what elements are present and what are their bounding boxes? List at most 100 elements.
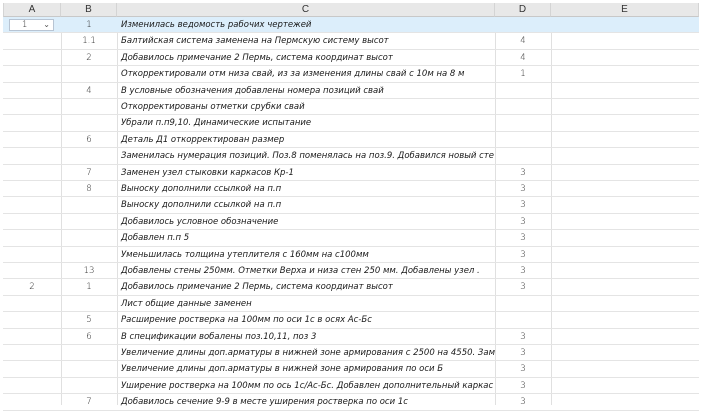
cell-d[interactable]: 3	[495, 165, 551, 180]
cell-c[interactable]: Изменилась ведомость рабочих чертежей	[117, 17, 495, 32]
cell-d[interactable]: 3	[495, 214, 551, 229]
cell-a[interactable]	[3, 99, 61, 114]
cell-c[interactable]: Выноску дополнили ссылкой на п.п	[117, 197, 495, 212]
cell-b[interactable]: 7	[61, 165, 117, 180]
cell-a[interactable]: 1 ⌄	[3, 17, 61, 32]
cell-a[interactable]	[3, 378, 61, 393]
cell-e[interactable]	[551, 263, 699, 278]
cell-c[interactable]: В спецификации вобалены поз.10,11, поз 3	[117, 329, 495, 344]
cell-d[interactable]: 4	[495, 50, 551, 65]
cell-c[interactable]: Добавилось примечание 2 Пермь, система к…	[117, 50, 495, 65]
cell-b[interactable]: 7	[61, 394, 117, 409]
cell-b[interactable]: 5	[61, 312, 117, 327]
cell-b[interactable]: 8	[61, 181, 117, 196]
cell-a[interactable]	[3, 50, 61, 65]
cell-a[interactable]	[3, 214, 61, 229]
cell-d[interactable]	[495, 296, 551, 311]
cell-b[interactable]	[61, 115, 117, 130]
cell-d[interactable]: 3	[495, 361, 551, 376]
filter-dropdown[interactable]: 1 ⌄	[9, 19, 54, 31]
cell-d[interactable]: 3	[495, 329, 551, 344]
cell-d[interactable]: 3	[495, 181, 551, 196]
cell-e[interactable]	[551, 50, 699, 65]
cell-b[interactable]	[61, 214, 117, 229]
cell-a[interactable]	[3, 132, 61, 147]
cell-a[interactable]	[3, 263, 61, 278]
cell-b[interactable]: 1.1	[61, 33, 117, 48]
cell-d[interactable]	[495, 99, 551, 114]
cell-c[interactable]: В условные обозначения добавлены номера …	[117, 83, 495, 98]
cell-e[interactable]	[551, 296, 699, 311]
cell-c[interactable]: Откорректированы отметки срубки свай	[117, 99, 495, 114]
cell-b[interactable]	[61, 66, 117, 81]
cell-d[interactable]: 3	[495, 263, 551, 278]
cell-a[interactable]	[3, 394, 61, 409]
cell-b[interactable]	[61, 247, 117, 262]
cell-d[interactable]: 3	[495, 345, 551, 360]
cell-a[interactable]	[3, 345, 61, 360]
cell-b[interactable]	[61, 148, 117, 163]
cell-a[interactable]	[3, 181, 61, 196]
cell-d[interactable]: 3	[495, 197, 551, 212]
cell-d[interactable]	[495, 132, 551, 147]
cell-c[interactable]: Расширение ростверка на 100мм по оси 1с …	[117, 312, 495, 327]
cell-e[interactable]	[551, 33, 699, 48]
cell-b[interactable]	[61, 361, 117, 376]
cell-b[interactable]: 6	[61, 132, 117, 147]
cell-c[interactable]: Балтийская система заменена на Пермскую …	[117, 33, 495, 48]
cell-e[interactable]	[551, 197, 699, 212]
cell-c[interactable]: Добавлен п.п 5	[117, 230, 495, 245]
cell-a[interactable]	[3, 66, 61, 81]
cell-e[interactable]	[551, 132, 699, 147]
cell-a[interactable]	[3, 165, 61, 180]
column-header-d[interactable]: D	[495, 3, 551, 17]
cell-c[interactable]: Уменьшилась толщина утеплителя с 160мм н…	[117, 247, 495, 262]
column-header-b[interactable]: B	[61, 3, 117, 17]
cell-d[interactable]: 3	[495, 247, 551, 262]
cell-b[interactable]: 1	[61, 279, 117, 294]
chevron-down-icon[interactable]: ⌄	[43, 20, 50, 30]
column-header-c[interactable]: C	[117, 3, 495, 17]
cell-c[interactable]: Уширение ростверка на 100мм по ось 1с/Ас…	[117, 378, 495, 393]
cell-c[interactable]: Добавилось примечание 2 Пермь, система к…	[117, 279, 495, 294]
cell-c[interactable]: Откорректировали отм низа свай, из за из…	[117, 66, 495, 81]
cell-b[interactable]: 1	[61, 17, 117, 32]
cell-b[interactable]	[61, 378, 117, 393]
cell-d[interactable]: 4	[495, 33, 551, 48]
cell-e[interactable]	[551, 378, 699, 393]
cell-b[interactable]	[61, 345, 117, 360]
cell-a[interactable]	[3, 83, 61, 98]
cell-e[interactable]	[551, 329, 699, 344]
cell-e[interactable]	[551, 181, 699, 196]
cell-a[interactable]	[3, 312, 61, 327]
cell-d[interactable]	[495, 17, 551, 32]
cell-a[interactable]	[3, 247, 61, 262]
cell-d[interactable]	[495, 83, 551, 98]
cell-b[interactable]	[61, 296, 117, 311]
cell-d[interactable]	[495, 148, 551, 163]
cell-d[interactable]	[495, 312, 551, 327]
cell-d[interactable]: 3	[495, 279, 551, 294]
cell-d[interactable]: 1	[495, 66, 551, 81]
cell-e[interactable]	[551, 394, 699, 409]
cell-c[interactable]: Заменилась нумерация позиций. Поз.8 поме…	[117, 148, 495, 163]
column-header-e[interactable]: E	[551, 3, 699, 17]
cell-b[interactable]: 13	[61, 263, 117, 278]
cell-b[interactable]	[61, 99, 117, 114]
cell-e[interactable]	[551, 83, 699, 98]
cell-c[interactable]: Добавилось сечение 9-9 в месте уширения …	[117, 394, 495, 409]
cell-c[interactable]: Лист общие данные заменен	[117, 296, 495, 311]
cell-e[interactable]	[551, 99, 699, 114]
cell-a[interactable]: 2	[3, 279, 61, 294]
cell-a[interactable]	[3, 361, 61, 376]
cell-c[interactable]: Добавилось условное обозначение	[117, 214, 495, 229]
cell-e[interactable]	[551, 361, 699, 376]
cell-a[interactable]	[3, 230, 61, 245]
cell-d[interactable]: 3	[495, 394, 551, 409]
cell-b[interactable]: 2	[61, 50, 117, 65]
cell-e[interactable]	[551, 66, 699, 81]
cell-e[interactable]	[551, 115, 699, 130]
cell-e[interactable]	[551, 165, 699, 180]
cell-c[interactable]: Увеличение длины доп.арматуры в нижней з…	[117, 361, 495, 376]
cell-e[interactable]	[551, 279, 699, 294]
